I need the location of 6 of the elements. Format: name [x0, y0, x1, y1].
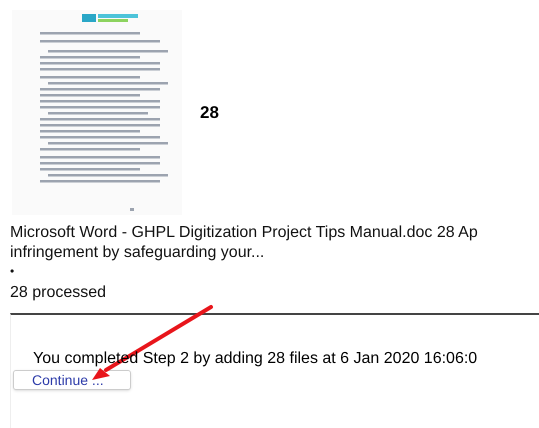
result-title: Microsoft Word - GHPL Digitization Project Tips Manual.doc 28 Ap [10, 223, 478, 243]
processed-count: 28 processed [10, 283, 106, 303]
continue-button[interactable]: Continue ... [13, 370, 131, 390]
result-count: 28 [200, 102, 219, 124]
bullet: • [10, 263, 14, 279]
result-snippet: infringement by safeguarding your... [10, 243, 264, 263]
